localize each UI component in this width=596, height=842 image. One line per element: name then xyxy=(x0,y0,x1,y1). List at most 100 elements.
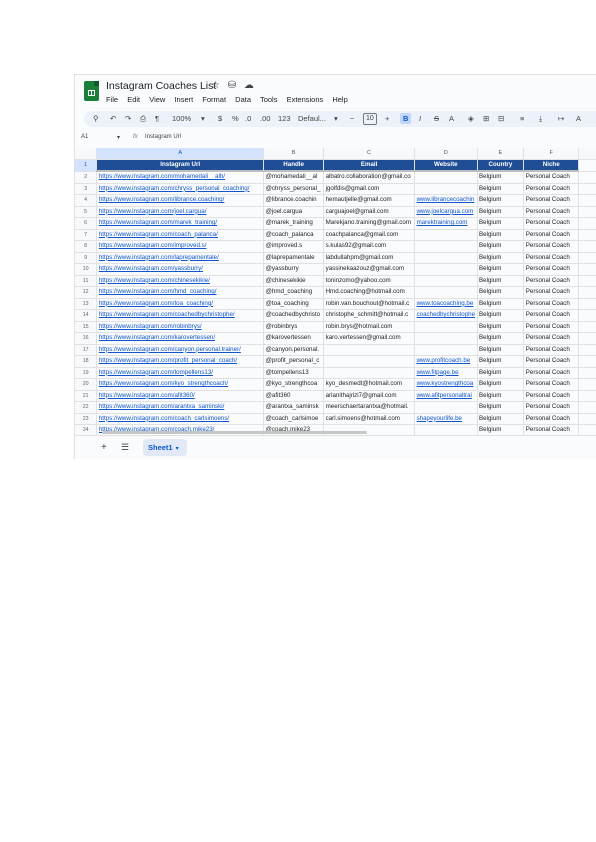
cell-instagram-url-link[interactable]: https://www.instagram.com/kyo_strengthco… xyxy=(99,380,228,387)
move-folder-icon[interactable]: ⛁ xyxy=(228,80,236,91)
sheet-tab[interactable]: Sheet1 ▾ xyxy=(143,439,187,456)
cell-website[interactable]: www.joelcargua.com xyxy=(414,206,478,218)
cell-instagram-url-link[interactable]: https://www.instagram.com/coach_palanca/ xyxy=(99,231,218,238)
column-header-c[interactable]: C xyxy=(323,148,416,160)
cell-email[interactable]: albatro.collaboration@gmail.co xyxy=(323,171,416,184)
row-number[interactable]: 2 xyxy=(75,171,98,184)
cell-email[interactable]: Marekjano.training@gmail.com xyxy=(323,217,416,230)
cell-handle[interactable]: @marek_training xyxy=(263,217,325,230)
cell-website[interactable] xyxy=(414,183,478,195)
empty-cell[interactable] xyxy=(578,206,596,218)
cell-email[interactable]: jgolfdis@gmail.com xyxy=(323,183,416,195)
row-number[interactable]: 12 xyxy=(75,286,98,299)
menu-insert[interactable]: Insert xyxy=(174,95,193,104)
row-number[interactable]: 19 xyxy=(75,367,98,379)
row-number[interactable]: 5 xyxy=(75,206,98,218)
fill-color-icon[interactable]: ◈ xyxy=(468,114,474,123)
cell-instagram-url-link[interactable]: https://www.instagram.com/coachedbychris… xyxy=(99,311,235,318)
header-cell-country[interactable]: Country xyxy=(477,159,525,172)
row-number[interactable]: 13 xyxy=(75,298,98,310)
cell-instagram-url-link[interactable]: https://www.instagram.com/laprepamentale… xyxy=(99,254,219,261)
document-title[interactable]: Instagram Coaches List xyxy=(106,80,216,92)
strikethrough-button[interactable]: S xyxy=(434,114,439,123)
cell-email[interactable]: arlanithajrizi7@gmail.com xyxy=(323,390,416,402)
undo-icon[interactable]: ↶ xyxy=(110,114,116,123)
cell-country[interactable]: Belgium xyxy=(477,183,525,195)
cell-website-link[interactable]: www.afitpersonaltrai xyxy=(417,392,472,399)
cell-email[interactable]: toninzomo@yahoo.com xyxy=(323,275,416,287)
cell-website-link[interactable]: coachedbychristophe xyxy=(417,311,475,318)
empty-cell[interactable] xyxy=(578,286,596,299)
cell-instagram-url[interactable]: https://www.instagram.com/arantxa_samins… xyxy=(96,401,265,414)
cell-email[interactable] xyxy=(323,344,416,356)
cell-email[interactable]: meerschaertarantxa@hotmail. xyxy=(323,401,416,414)
cell-handle[interactable]: @mohamedali__al xyxy=(263,171,325,184)
font-size-increase-icon[interactable]: + xyxy=(385,114,389,123)
cell-instagram-url-link[interactable]: https://www.instagram.com/librance.coach… xyxy=(99,196,225,203)
font-family-select[interactable]: Defaul... xyxy=(298,114,326,123)
row-number[interactable]: 9 xyxy=(75,252,98,264)
cell-niche[interactable]: Personal Coach xyxy=(523,378,580,391)
header-cell-instagram-url[interactable]: Instagram Url xyxy=(96,159,265,172)
cell-country[interactable]: Belgium xyxy=(477,401,525,414)
cell-website[interactable] xyxy=(414,240,478,253)
cell-niche[interactable]: Personal Coach xyxy=(523,252,580,264)
empty-cell[interactable] xyxy=(578,390,596,402)
cell-website-link[interactable]: marektraining.com xyxy=(417,219,468,226)
cell-handle[interactable]: @laprepamentale xyxy=(263,252,325,264)
cell-email[interactable]: coachpalanca@gmail.com xyxy=(323,229,416,241)
cell-niche[interactable]: Personal Coach xyxy=(523,275,580,287)
empty-cell[interactable] xyxy=(578,229,596,241)
cell-instagram-url[interactable]: https://www.instagram.com/mohamedali__al… xyxy=(96,171,265,184)
cell-country[interactable]: Belgium xyxy=(477,194,525,207)
cell-handle[interactable]: @karovertessen xyxy=(263,332,325,345)
cell-instagram-url[interactable]: https://www.instagram.com/librance.coach… xyxy=(96,194,265,207)
cell-niche[interactable]: Personal Coach xyxy=(523,401,580,414)
empty-cell[interactable] xyxy=(578,413,596,425)
search-menus-icon[interactable]: ⚲ xyxy=(93,114,99,123)
cell-instagram-url[interactable]: https://www.instagram.com/hmd_coaching/ xyxy=(96,286,265,299)
cell-email[interactable]: robin.van.bouchout@hotmail.c xyxy=(323,298,416,310)
row-number[interactable]: 6 xyxy=(75,217,98,230)
empty-cell[interactable] xyxy=(578,252,596,264)
cell-instagram-url-link[interactable]: https://www.instagram.com/joel.cargua/ xyxy=(99,208,207,215)
menu-format[interactable]: Format xyxy=(202,95,226,104)
cell-email[interactable]: carguajoel@gmail.com xyxy=(323,206,416,218)
row-number[interactable]: 23 xyxy=(75,413,98,425)
empty-cell[interactable] xyxy=(578,309,596,322)
cell-website[interactable] xyxy=(414,171,478,184)
cell-niche[interactable]: Personal Coach xyxy=(523,229,580,241)
cell-website[interactable] xyxy=(414,263,478,276)
cell-website-link[interactable]: www.profitcoach.be xyxy=(417,357,471,364)
cell-niche[interactable]: Personal Coach xyxy=(523,344,580,356)
menu-help[interactable]: Help xyxy=(332,95,347,104)
cell-instagram-url[interactable]: https://www.instagram.com/karovertessen/ xyxy=(96,332,265,345)
cell-instagram-url[interactable]: https://www.instagram.com/marek_training… xyxy=(96,217,265,230)
cell-website-link[interactable]: www.toacoaching.be xyxy=(417,300,474,307)
menu-view[interactable]: View xyxy=(149,95,165,104)
cell-website[interactable] xyxy=(414,401,478,414)
cell-website-link[interactable]: www.librancecoachin xyxy=(417,196,475,203)
cell-email[interactable]: s.kulas92@gmail.com xyxy=(323,240,416,253)
column-header-d[interactable]: D xyxy=(414,148,478,160)
add-sheet-icon[interactable]: + xyxy=(101,442,107,453)
empty-cell[interactable] xyxy=(578,367,596,379)
row-number[interactable]: 18 xyxy=(75,355,98,368)
cell-niche[interactable]: Personal Coach xyxy=(523,194,580,207)
cell-niche[interactable]: Personal Coach xyxy=(523,332,580,345)
row-number[interactable]: 16 xyxy=(75,332,98,345)
font-size-decrease-icon[interactable]: − xyxy=(350,114,354,123)
cell-website-link[interactable]: www.joelcargua.com xyxy=(417,208,474,215)
cell-country[interactable]: Belgium xyxy=(477,229,525,241)
italic-button[interactable]: I xyxy=(419,114,421,123)
cell-instagram-url[interactable]: https://www.instagram.com/coachedbychris… xyxy=(96,309,265,322)
cell-handle[interactable]: @yassburry xyxy=(263,263,325,276)
empty-cell[interactable] xyxy=(578,240,596,253)
cell-website[interactable]: www.toacoaching.be xyxy=(414,298,478,310)
cell-instagram-url-link[interactable]: https://www.instagram.com/arantxa_samins… xyxy=(99,403,225,410)
cell-country[interactable]: Belgium xyxy=(477,378,525,391)
cell-handle[interactable]: @improved.s xyxy=(263,240,325,253)
cell-country[interactable]: Belgium xyxy=(477,275,525,287)
cell-email[interactable]: karo.vertessen@gmail.com xyxy=(323,332,416,345)
empty-cell[interactable] xyxy=(578,344,596,356)
